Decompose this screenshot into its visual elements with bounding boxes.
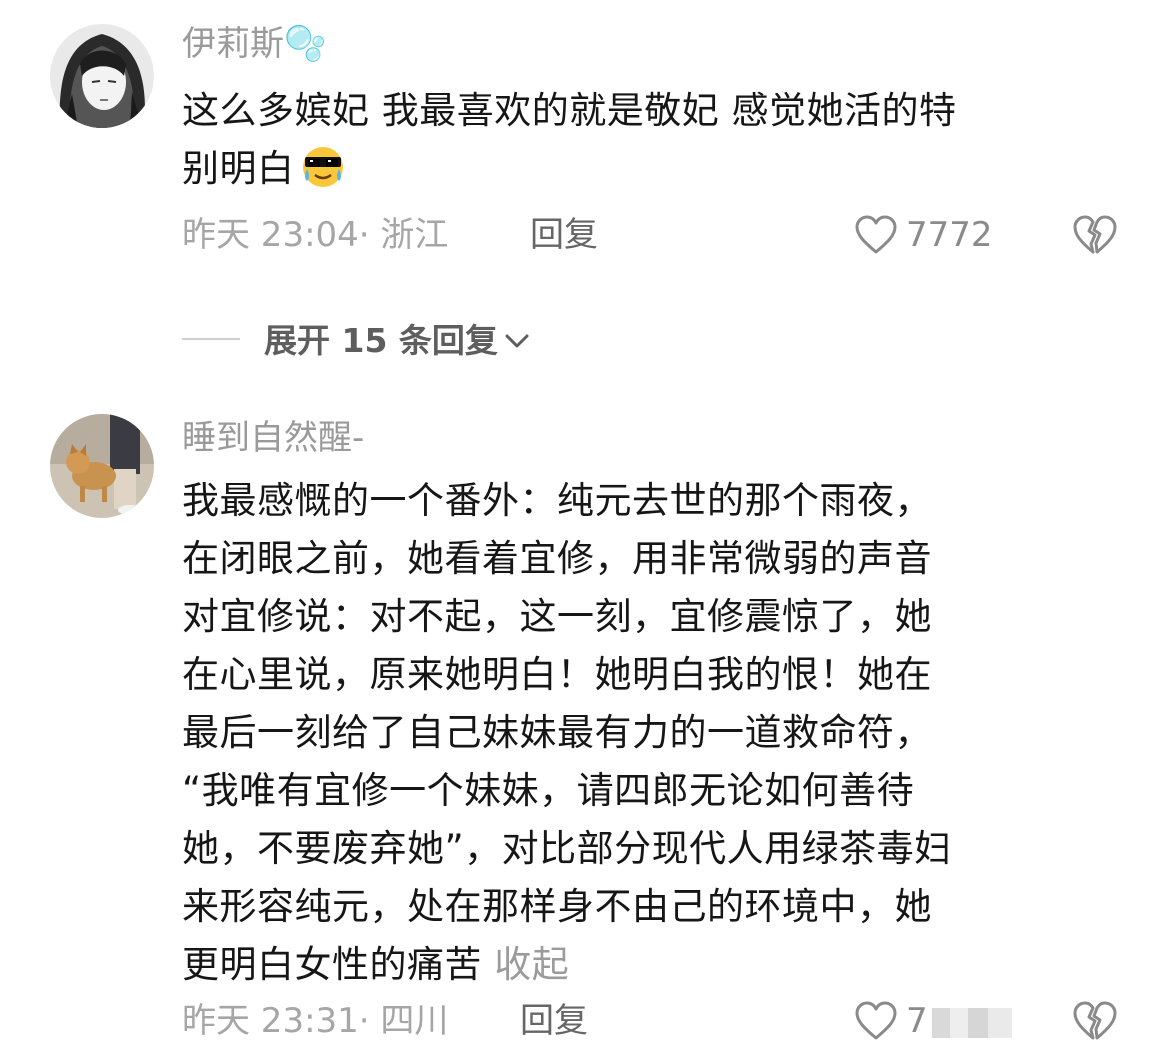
expand-replies-button[interactable]: 展开 15 条回复 [182,310,682,366]
heart-outline-icon [854,1000,898,1046]
username[interactable]: 睡到自然醒- [182,416,364,460]
comment-text-line: 这么多嫔妃 我最喜欢的就是敬妃 感觉她活的特 [182,89,957,132]
comment-text-line: 在心里说，原来她明白！她明白我的恨！她在 [182,653,932,696]
reply-button[interactable]: 回复 [530,210,598,260]
like-count: 7772 [906,215,993,255]
avatar[interactable] [50,24,154,128]
comment-text-line: 她，不要废弃她”，对比部分现代人用绿茶毒妇 [182,827,952,870]
time-location: 昨天 23:31· 四川 [182,1001,449,1041]
username[interactable]: 伊莉斯🫧 [182,22,326,66]
comment-text-line: 在闭眼之前，她看着宜修，用非常微弱的声音 [182,537,932,580]
expand-replies-label: 展开 15 条回复 [264,310,530,369]
cool-tears-emoji-icon [299,141,347,189]
comment-text-line: 对宜修说：对不起，这一刻，宜修震惊了，她 [182,595,932,638]
comment-meta: 昨天 23:31· 四川 回复 7 [182,996,1142,1046]
blurred-overlay [931,1007,1012,1038]
dislike-button[interactable] [1072,210,1118,260]
comment-text: 这么多嫔妃 我最喜欢的就是敬妃 感觉她活的特 别明白 [182,82,1122,198]
like-count: 7 [906,996,1012,1046]
comment-text-line: 来形容纯元，处在那样身不由己的环境中，她 [182,885,932,928]
comment-text-line: 最后一刻给了自己妹妹最有力的一道救命符， [182,711,932,754]
comment-item: 伊莉斯🫧 这么多嫔妃 我最喜欢的就是敬妃 感觉她活的特 别明白 昨天 23:04… [0,0,1169,300]
comment-item: 睡到自然醒- 我最感慨的一个番外：纯元去世的那个雨夜， 在闭眼之前，她看着宜修，… [0,400,1169,1059]
comment-text-line: 更明白女性的痛苦 收起 [182,943,570,986]
comment-meta: 昨天 23:04· 浙江 回复 7772 [182,210,1142,260]
comment-text-line: 我最感慨的一个番外：纯元去世的那个雨夜， [182,479,932,522]
like-button[interactable]: 7772 [854,210,1014,260]
comment-text-line: 别明白 [182,140,1122,198]
comment-text-line: “我唯有宜修一个妹妹，请四郎无论如何善待 [182,769,915,812]
broken-heart-icon [1072,1000,1118,1046]
reply-button[interactable]: 回复 [520,996,588,1046]
like-button[interactable]: 7 [854,996,1054,1046]
comment-text: 我最感慨的一个番外：纯元去世的那个雨夜， 在闭眼之前，她看着宜修，用非常微弱的声… [182,472,1122,994]
heart-outline-icon [854,214,898,260]
chevron-down-icon [504,310,530,366]
divider [182,338,240,340]
avatar[interactable] [50,414,154,518]
collapse-button[interactable]: 收起 [494,943,569,986]
dislike-button[interactable] [1072,996,1118,1046]
time-location: 昨天 23:04· 浙江 [182,215,449,255]
broken-heart-icon [1072,214,1118,260]
